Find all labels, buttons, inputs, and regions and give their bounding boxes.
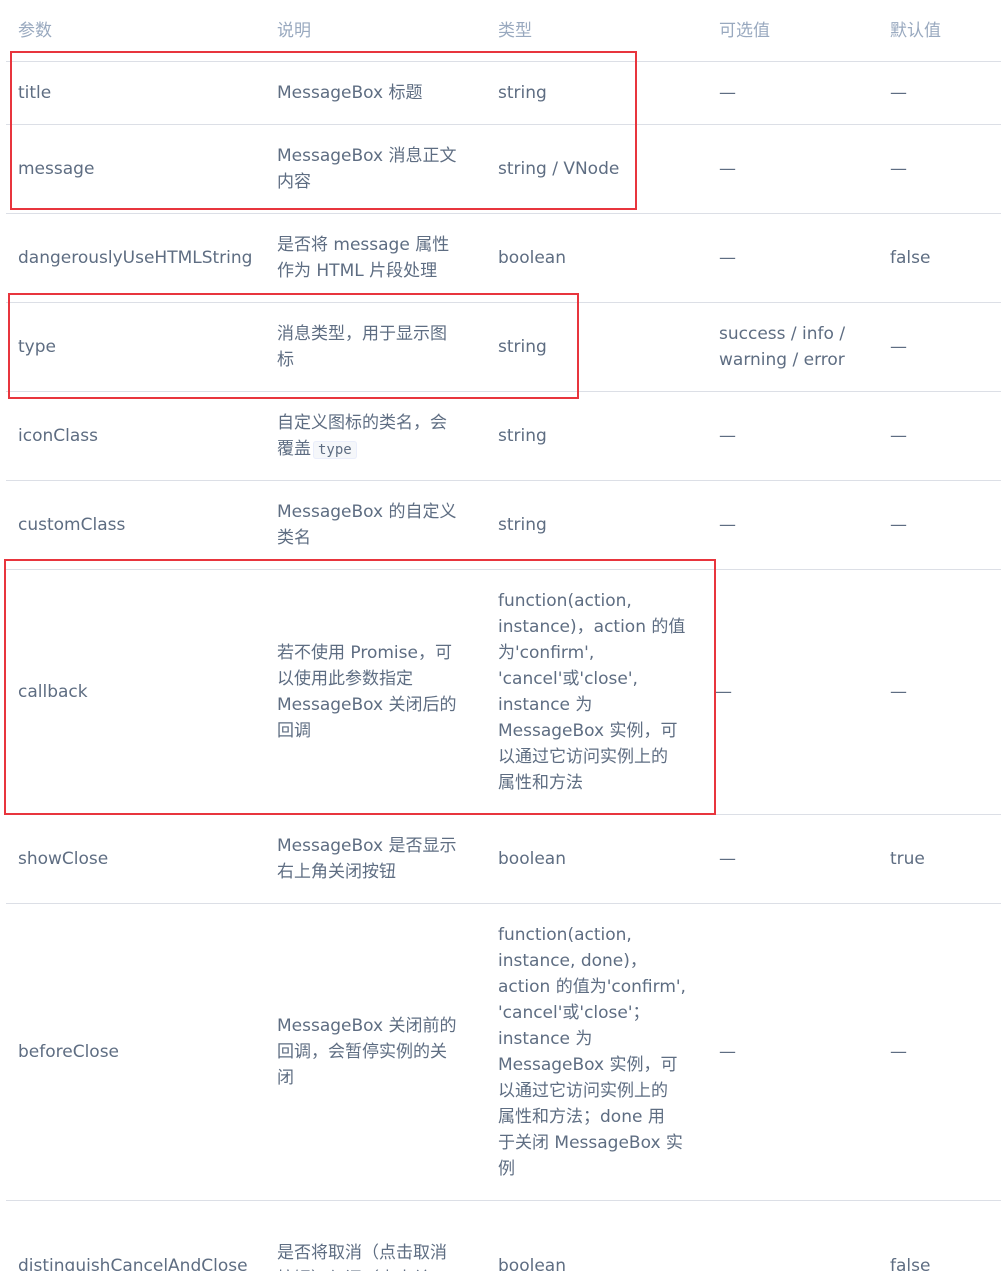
cell-param: beforeClose: [18, 1042, 120, 1062]
table-row: customClass MessageBox 的自定义 类名 string — …: [6, 481, 1001, 570]
table-row: distinguishCancelAndClose 是否将取消（点击取消 按钮）…: [6, 1201, 1001, 1271]
cell-type: string: [498, 83, 547, 103]
inline-code: type: [313, 440, 357, 459]
cell-description: 自定义图标的类名，会 覆盖 type: [277, 392, 472, 480]
cell-description-text: 自定义图标的类名，会 覆盖: [277, 412, 447, 459]
cell-type: function(action, instance)，action 的值 为'c…: [498, 591, 686, 793]
header-options: 可选值: [719, 20, 770, 41]
cell-default: —: [890, 426, 907, 446]
cell-param: type: [18, 337, 56, 357]
cell-options: —: [719, 849, 736, 869]
cell-options: success / info / warning / error: [719, 324, 846, 370]
cell-param: showClose: [18, 849, 109, 869]
cell-options: [719, 1201, 879, 1271]
cell-param: distinguishCancelAndClose: [18, 1256, 248, 1271]
cell-type: string: [498, 515, 547, 535]
cell-param: dangerouslyUseHTMLString: [18, 248, 253, 268]
header-type: 类型: [498, 20, 532, 41]
table-row: beforeClose MessageBox 关闭前的 回调，会暂停实例的关 闭…: [6, 904, 1001, 1201]
cell-description: MessageBox 消息正文 内容: [277, 146, 457, 192]
cell-default: —: [890, 515, 907, 535]
cell-default: —: [890, 1042, 907, 1062]
cell-description: MessageBox 关闭前的 回调，会暂停实例的关 闭: [277, 1016, 457, 1088]
cell-options: —: [719, 83, 736, 103]
cell-type: boolean: [498, 849, 566, 869]
cell-default: false: [890, 248, 931, 268]
cell-description: 是否将取消（点击取消 按钮）与闭（点击关: [277, 1243, 447, 1271]
cell-type: string: [498, 337, 547, 357]
cell-default: true: [890, 849, 925, 869]
table-row: message MessageBox 消息正文 内容 string / VNod…: [6, 125, 1001, 214]
header-param: 参数: [18, 20, 52, 41]
table-header: 参数 说明 类型 可选值 默认值: [6, 0, 1001, 62]
cell-type: boolean: [498, 248, 566, 268]
cell-options: —: [719, 426, 736, 446]
cell-param: customClass: [18, 515, 126, 535]
cell-type: function(action, instance, done)， action…: [498, 925, 686, 1179]
table-row: showClose MessageBox 是否显示 右上角关闭按钮 boolea…: [6, 815, 1001, 904]
table-row: callback 若不使用 Promise，可 以使用此参数指定 Message…: [6, 570, 1001, 815]
header-description: 说明: [277, 20, 311, 41]
cell-param: iconClass: [18, 426, 98, 446]
cell-options: —: [719, 515, 736, 535]
cell-type: string: [498, 426, 547, 446]
table-row: type 消息类型，用于显示图 标 string success / info …: [6, 303, 1001, 392]
cell-default: —: [890, 159, 907, 179]
cell-type: boolean: [498, 1256, 566, 1271]
cell-description: 是否将 message 属性 作为 HTML 片段处理: [277, 235, 450, 281]
cell-description: MessageBox 标题: [277, 83, 423, 103]
cell-param: title: [18, 83, 52, 103]
table-row: title MessageBox 标题 string — —: [6, 62, 1001, 125]
header-default: 默认值: [890, 20, 941, 41]
cell-type: string / VNode: [498, 159, 620, 179]
table-row: iconClass 自定义图标的类名，会 覆盖 type string — —: [6, 392, 1001, 481]
cell-default: false: [890, 1256, 931, 1271]
cell-default: —: [890, 682, 907, 702]
cell-default: —: [890, 83, 907, 103]
cell-default: —: [890, 337, 907, 357]
table-row: dangerouslyUseHTMLString 是否将 message 属性 …: [6, 214, 1001, 303]
cell-options: —: [719, 159, 736, 179]
cell-description: MessageBox 的自定义 类名: [277, 502, 457, 548]
cell-param: message: [18, 159, 95, 179]
cell-options: —: [719, 1042, 736, 1062]
cell-description: MessageBox 是否显示 右上角关闭按钮: [277, 836, 457, 882]
cell-param: callback: [18, 682, 88, 702]
cell-description: 若不使用 Promise，可 以使用此参数指定 MessageBox 关闭后的 …: [277, 643, 457, 741]
cell-options: —: [719, 248, 736, 268]
cell-options: —: [715, 682, 732, 702]
cell-description: 消息类型，用于显示图 标: [277, 324, 447, 370]
